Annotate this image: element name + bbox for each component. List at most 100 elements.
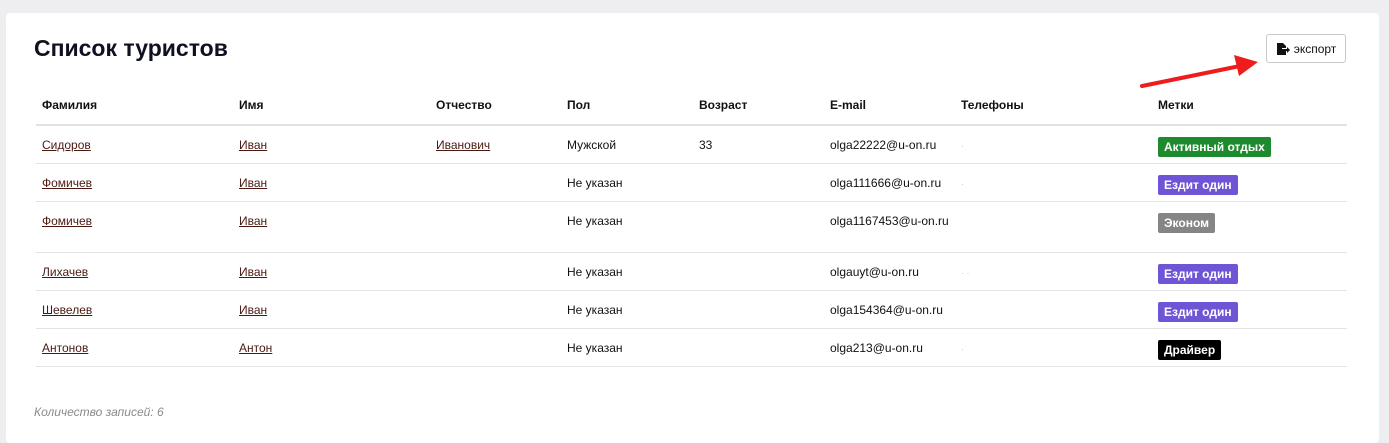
cell-age — [693, 328, 824, 367]
phones-cell: · · — [961, 268, 970, 278]
cell-patronymic: Иванович — [430, 125, 561, 164]
cell-email: olgauyt@u-on.ru — [824, 252, 955, 291]
cell-email: olga213@u-on.ru — [824, 328, 955, 367]
cell-email: olga111666@u-on.ru — [824, 163, 955, 202]
cell-tag: Ездит один — [1152, 290, 1347, 329]
cell-phones: · · — [955, 252, 1152, 291]
cell-gender: Не указан — [561, 328, 693, 367]
cell-tag: Активный отдых — [1152, 125, 1347, 164]
cell-name: Иван — [233, 252, 430, 291]
surname-link[interactable]: Фомичев — [42, 176, 92, 190]
tag-badge: Активный отдых — [1158, 137, 1271, 157]
name-link[interactable]: Иван — [239, 176, 267, 190]
email-cell: olga154364@u-on.ru — [830, 303, 943, 317]
tag-badge: Ездит один — [1158, 302, 1238, 322]
name-link[interactable]: Иван — [239, 265, 267, 279]
header-gender[interactable]: Пол — [561, 86, 693, 126]
cell-surname: Антонов — [36, 328, 233, 367]
surname-link[interactable]: Лихачев — [42, 265, 88, 279]
surname-link[interactable]: Фомичев — [42, 214, 92, 228]
table-header-row: Фамилия Имя Отчество Пол Возраст E-mail … — [36, 86, 1347, 126]
gender-cell: Не указан — [567, 214, 623, 228]
cell-tag: Драйвер — [1152, 328, 1347, 367]
tourists-table: Фамилия Имя Отчество Пол Возраст E-mail … — [36, 86, 1347, 367]
header-tags[interactable]: Метки — [1152, 86, 1347, 126]
cell-tag: Ездит один — [1152, 163, 1347, 202]
page-title: Список туристов — [34, 35, 228, 61]
cell-age — [693, 201, 824, 253]
email-cell: olga213@u-on.ru — [830, 341, 923, 355]
cell-age — [693, 252, 824, 291]
export-button[interactable]: экспорт — [1266, 34, 1346, 63]
gender-cell: Не указан — [567, 265, 623, 279]
tourists-card: Список туристов экспорт Фамилия Имя Отче… — [6, 13, 1379, 443]
header-surname[interactable]: Фамилия — [36, 86, 233, 126]
cell-phones: · — [955, 328, 1152, 367]
cell-gender: Не указан — [561, 290, 693, 329]
table-row: Антонов Антон Не указан olga213@u-on.ru · Дра… — [36, 328, 1347, 367]
cell-surname: Фомичев — [36, 201, 233, 253]
email-cell: olga111666@u-on.ru — [830, 176, 942, 190]
header-phones[interactable]: Телефоны — [955, 86, 1152, 126]
cell-name: Иван — [233, 163, 430, 202]
table-row: Лихачев Иван Не указан olgauyt@u-on.ru · · Ез… — [36, 252, 1347, 291]
patronymic-link[interactable]: Иванович — [436, 138, 490, 152]
header-age[interactable]: Возраст — [693, 86, 824, 126]
name-link[interactable]: Иван — [239, 214, 267, 228]
name-link[interactable]: Иван — [239, 303, 267, 317]
cell-patronymic — [430, 201, 561, 253]
cell-email: olga154364@u-on.ru — [824, 290, 955, 329]
cell-age — [693, 163, 824, 202]
phones-cell: · — [961, 179, 964, 189]
gender-cell: Не указан — [567, 303, 623, 317]
email-cell: olga22222@u-on.ru — [830, 138, 937, 152]
email-cell: olgauyt@u-on.ru — [830, 265, 919, 279]
export-label: экспорт — [1293, 41, 1337, 56]
cell-surname: Фомичев — [36, 163, 233, 202]
cell-gender: Мужской — [561, 125, 693, 164]
header-email[interactable]: E-mail — [824, 86, 955, 126]
surname-link[interactable]: Шевелев — [42, 303, 92, 317]
cell-email: olga22222@u-on.ru — [824, 125, 955, 164]
table-row: Фомичев Иван Не указан olga1167453@u-on.ru Э… — [36, 201, 1347, 253]
export-icon — [1276, 42, 1290, 56]
cell-phones: · — [955, 125, 1152, 164]
tag-badge: Ездит один — [1158, 175, 1238, 195]
gender-cell: Не указан — [567, 341, 623, 355]
table-row: Сидоров Иван Иванович Мужской 33 olga22222@u-… — [36, 125, 1347, 164]
header-name[interactable]: Имя — [233, 86, 430, 126]
cell-patronymic — [430, 290, 561, 329]
records-count: Количество записей: 6 — [34, 405, 164, 419]
cell-name: Антон — [233, 328, 430, 367]
cell-name: Иван — [233, 290, 430, 329]
cell-age — [693, 290, 824, 329]
surname-link[interactable]: Антонов — [42, 341, 88, 355]
cell-gender: Не указан — [561, 163, 693, 202]
cell-gender: Не указан — [561, 201, 693, 253]
gender-cell: Мужской — [567, 138, 617, 152]
cell-patronymic — [430, 252, 561, 291]
surname-link[interactable]: Сидоров — [42, 138, 91, 152]
table-row: Фомичев Иван Не указан olga111666@u-on.ru · Е… — [36, 163, 1347, 202]
gender-cell: Не указан — [567, 176, 623, 190]
cell-patronymic — [430, 163, 561, 202]
tag-badge: Эконом — [1158, 213, 1216, 233]
name-link[interactable]: Иван — [239, 138, 267, 152]
name-link[interactable]: Антон — [239, 341, 272, 355]
cell-email: olga1167453@u-on.ru — [824, 201, 955, 253]
cell-tag: Эконом — [1152, 201, 1347, 253]
cell-patronymic — [430, 328, 561, 367]
cell-name: Иван — [233, 125, 430, 164]
cell-phones — [955, 201, 1152, 253]
cell-name: Иван — [233, 201, 430, 253]
cell-surname: Лихачев — [36, 252, 233, 291]
cell-tag: Ездит один — [1152, 252, 1347, 291]
age-cell: 33 — [699, 138, 713, 152]
cell-phones: · — [955, 163, 1152, 202]
cell-surname: Шевелев — [36, 290, 233, 329]
phones-cell: · — [961, 141, 964, 151]
cell-gender: Не указан — [561, 252, 693, 291]
table-row: Шевелев Иван Не указан olga154364@u-on.ru Ез… — [36, 290, 1347, 329]
tag-badge: Драйвер — [1158, 340, 1222, 360]
header-patronymic[interactable]: Отчество — [430, 86, 561, 126]
